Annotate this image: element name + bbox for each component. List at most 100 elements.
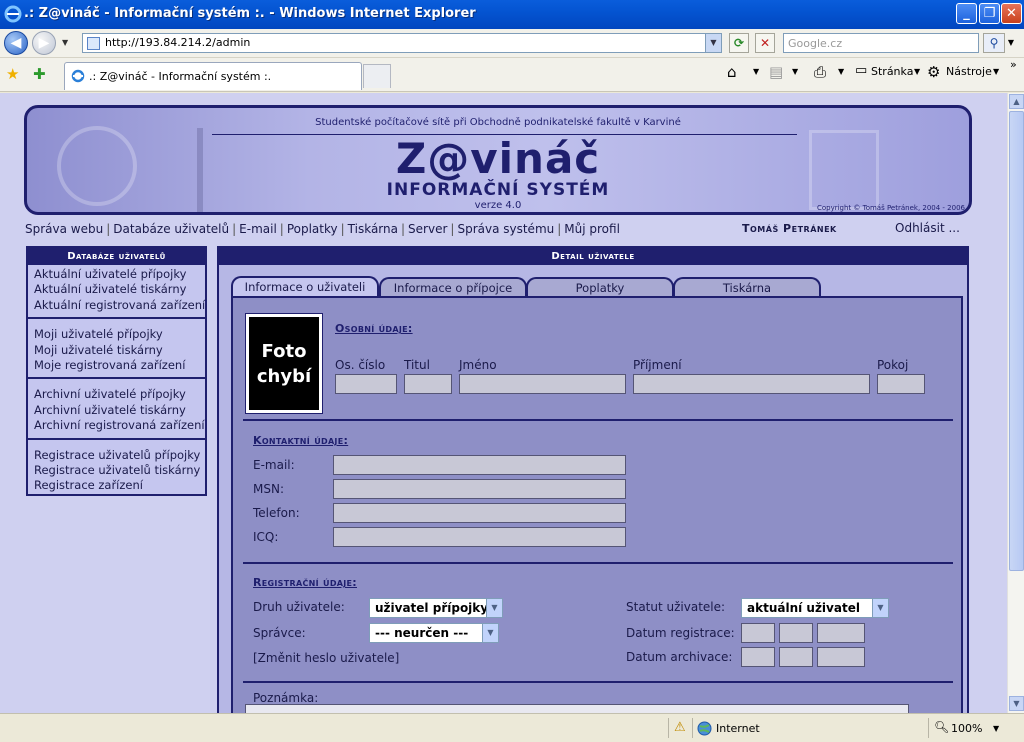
sidebar-item[interactable]: Archivní registrovaná zařízení: [34, 418, 205, 433]
room-field[interactable]: [877, 374, 925, 394]
tools-gear-icon[interactable]: ⚙: [927, 63, 940, 81]
scroll-down-icon[interactable]: ▼: [1009, 696, 1024, 711]
scrollbar-thumb[interactable]: [1009, 111, 1024, 571]
home-icon[interactable]: ⌂: [727, 63, 737, 81]
address-url[interactable]: http://193.84.214.2/admin: [105, 36, 250, 49]
msn-field[interactable]: [333, 479, 626, 499]
tools-menu[interactable]: Nástroje: [946, 65, 992, 78]
search-button[interactable]: ⚲: [983, 33, 1005, 53]
scroll-up-icon[interactable]: ▲: [1009, 94, 1024, 109]
sidebar-item[interactable]: Aktuální registrovaná zařízení: [34, 298, 205, 313]
sidebar-item[interactable]: Registrace zařízení: [34, 478, 205, 493]
new-tab-button[interactable]: [363, 64, 391, 88]
maximize-button[interactable]: ❐: [979, 3, 1000, 24]
menu-item-muj-profil[interactable]: Můj profil: [564, 222, 620, 236]
archive-year-field[interactable]: [817, 647, 865, 667]
sidebar-item[interactable]: Moje registrovaná zařízení: [34, 358, 205, 373]
registration-month-field[interactable]: [779, 623, 813, 643]
user-type-value: uživatel přípojky: [375, 601, 489, 615]
tab-connection-info[interactable]: Informace o přípojce: [379, 277, 527, 297]
menu-item-poplatky[interactable]: Poplatky: [287, 222, 338, 236]
history-dropdown-icon[interactable]: ▼: [62, 38, 68, 47]
user-photo: Foto chybí: [245, 313, 323, 414]
menu-item-sprava-webu[interactable]: Správa webu: [25, 222, 103, 236]
menu-item-server[interactable]: Server: [408, 222, 447, 236]
stop-button[interactable]: ✕: [755, 33, 775, 53]
address-bar[interactable]: http://193.84.214.2/admin ▼: [82, 33, 722, 53]
search-options-dropdown-icon[interactable]: ▼: [1005, 33, 1017, 53]
search-input[interactable]: Google.cz: [783, 33, 979, 53]
print-icon[interactable]: ⎙: [814, 63, 826, 81]
security-warning-icon[interactable]: ⚠: [674, 720, 686, 735]
personal-number-field[interactable]: [335, 374, 397, 394]
zoom-level[interactable]: 100%: [951, 722, 982, 735]
more-chevron-icon[interactable]: »: [1010, 58, 1017, 71]
last-name-field[interactable]: [633, 374, 870, 394]
user-status-select[interactable]: aktuální uživatel ▼: [741, 598, 889, 618]
chevron-down-icon[interactable]: ▼: [872, 599, 888, 617]
page-icon: [87, 37, 100, 50]
admin-select[interactable]: --- neurčen --- ▼: [369, 623, 499, 643]
tab-user-info[interactable]: Informace o uživateli: [231, 276, 379, 298]
email-field[interactable]: [333, 455, 626, 475]
zoom-magnifier-icon[interactable]: 🔍︎: [934, 720, 949, 734]
tools-dropdown-icon[interactable]: ▼: [993, 67, 999, 76]
menu-separator: |: [232, 222, 237, 236]
home-dropdown-icon[interactable]: ▼: [753, 67, 759, 76]
first-name-label: Jméno: [459, 358, 497, 372]
archive-month-field[interactable]: [779, 647, 813, 667]
close-button[interactable]: ✕: [1001, 3, 1022, 24]
change-password-link[interactable]: [Změnit heslo uživatele]: [253, 651, 399, 665]
menu-item-tiskarna[interactable]: Tiskárna: [348, 222, 398, 236]
menu-item-email[interactable]: E-mail: [239, 222, 277, 236]
back-button[interactable]: ◀: [4, 31, 28, 55]
feeds-icon[interactable]: ▤: [769, 63, 783, 81]
title-field[interactable]: [404, 374, 452, 394]
registration-day-field[interactable]: [741, 623, 775, 643]
menu-item-databaze-uzivatelu[interactable]: Databáze uživatelů: [113, 222, 229, 236]
sidebar-item[interactable]: Moji uživatelé tiskárny: [34, 343, 205, 358]
window-titlebar: .: Z@vináč - Informační systém :. - Wind…: [0, 0, 1024, 29]
site-copyright: Copyright © Tomáš Petránek, 2004 - 2006: [816, 204, 965, 212]
page-menu-icon[interactable]: ▭: [855, 63, 867, 78]
tab-printer[interactable]: Tiskárna: [673, 277, 821, 297]
add-favorite-icon[interactable]: ✚: [33, 65, 46, 83]
phone-field[interactable]: [333, 503, 626, 523]
logout-link[interactable]: Odhlásit ...: [895, 221, 960, 235]
forward-button[interactable]: ▶: [32, 31, 56, 55]
tab-fees[interactable]: Poplatky: [526, 277, 674, 297]
menu-separator: |: [557, 222, 562, 236]
sidebar-item[interactable]: Registrace uživatelů přípojky: [34, 448, 205, 463]
address-dropdown-icon[interactable]: ▼: [705, 34, 721, 52]
print-dropdown-icon[interactable]: ▼: [838, 67, 844, 76]
favorites-star-icon[interactable]: ★: [6, 65, 19, 83]
personal-number-label: Os. číslo: [335, 358, 386, 372]
sidebar-item[interactable]: Aktuální uživatelé přípojky: [34, 267, 205, 282]
sidebar-item[interactable]: Archivní uživatelé tiskárny: [34, 403, 205, 418]
phone-label: Telefon:: [253, 506, 300, 520]
feeds-dropdown-icon[interactable]: ▼: [792, 67, 798, 76]
header-school-name: Studentské počítačové sítě při Obchodně …: [315, 117, 681, 128]
refresh-button[interactable]: ⟳: [729, 33, 749, 53]
sidebar-item[interactable]: Registrace uživatelů tiskárny: [34, 463, 205, 478]
archive-day-field[interactable]: [741, 647, 775, 667]
registration-year-field[interactable]: [817, 623, 865, 643]
sidebar-item[interactable]: Archivní uživatelé přípojky: [34, 387, 205, 402]
sidebar-item[interactable]: Aktuální uživatelé tiskárny: [34, 282, 205, 297]
page-menu-dropdown-icon[interactable]: ▼: [914, 67, 920, 76]
page-menu[interactable]: Stránka: [871, 65, 913, 78]
site-header: Studentské počítačové sítě při Obchodně …: [24, 105, 972, 215]
menu-separator: |: [340, 222, 345, 236]
first-name-field[interactable]: [459, 374, 626, 394]
note-textarea[interactable]: [245, 704, 909, 713]
vertical-scrollbar[interactable]: ▲ ▼: [1007, 93, 1024, 713]
icq-field[interactable]: [333, 527, 626, 547]
sidebar-item[interactable]: Moji uživatelé přípojky: [34, 327, 205, 342]
minimize-button[interactable]: _: [956, 3, 977, 24]
browser-tab[interactable]: .: Z@vináč - Informační systém :.: [64, 62, 362, 90]
chevron-down-icon[interactable]: ▼: [482, 624, 498, 642]
menu-item-sprava-systemu[interactable]: Správa systému: [457, 222, 554, 236]
user-type-select[interactable]: uživatel přípojky ▼: [369, 598, 503, 618]
zoom-dropdown-icon[interactable]: ▼: [993, 724, 999, 733]
chevron-down-icon[interactable]: ▼: [486, 599, 502, 617]
